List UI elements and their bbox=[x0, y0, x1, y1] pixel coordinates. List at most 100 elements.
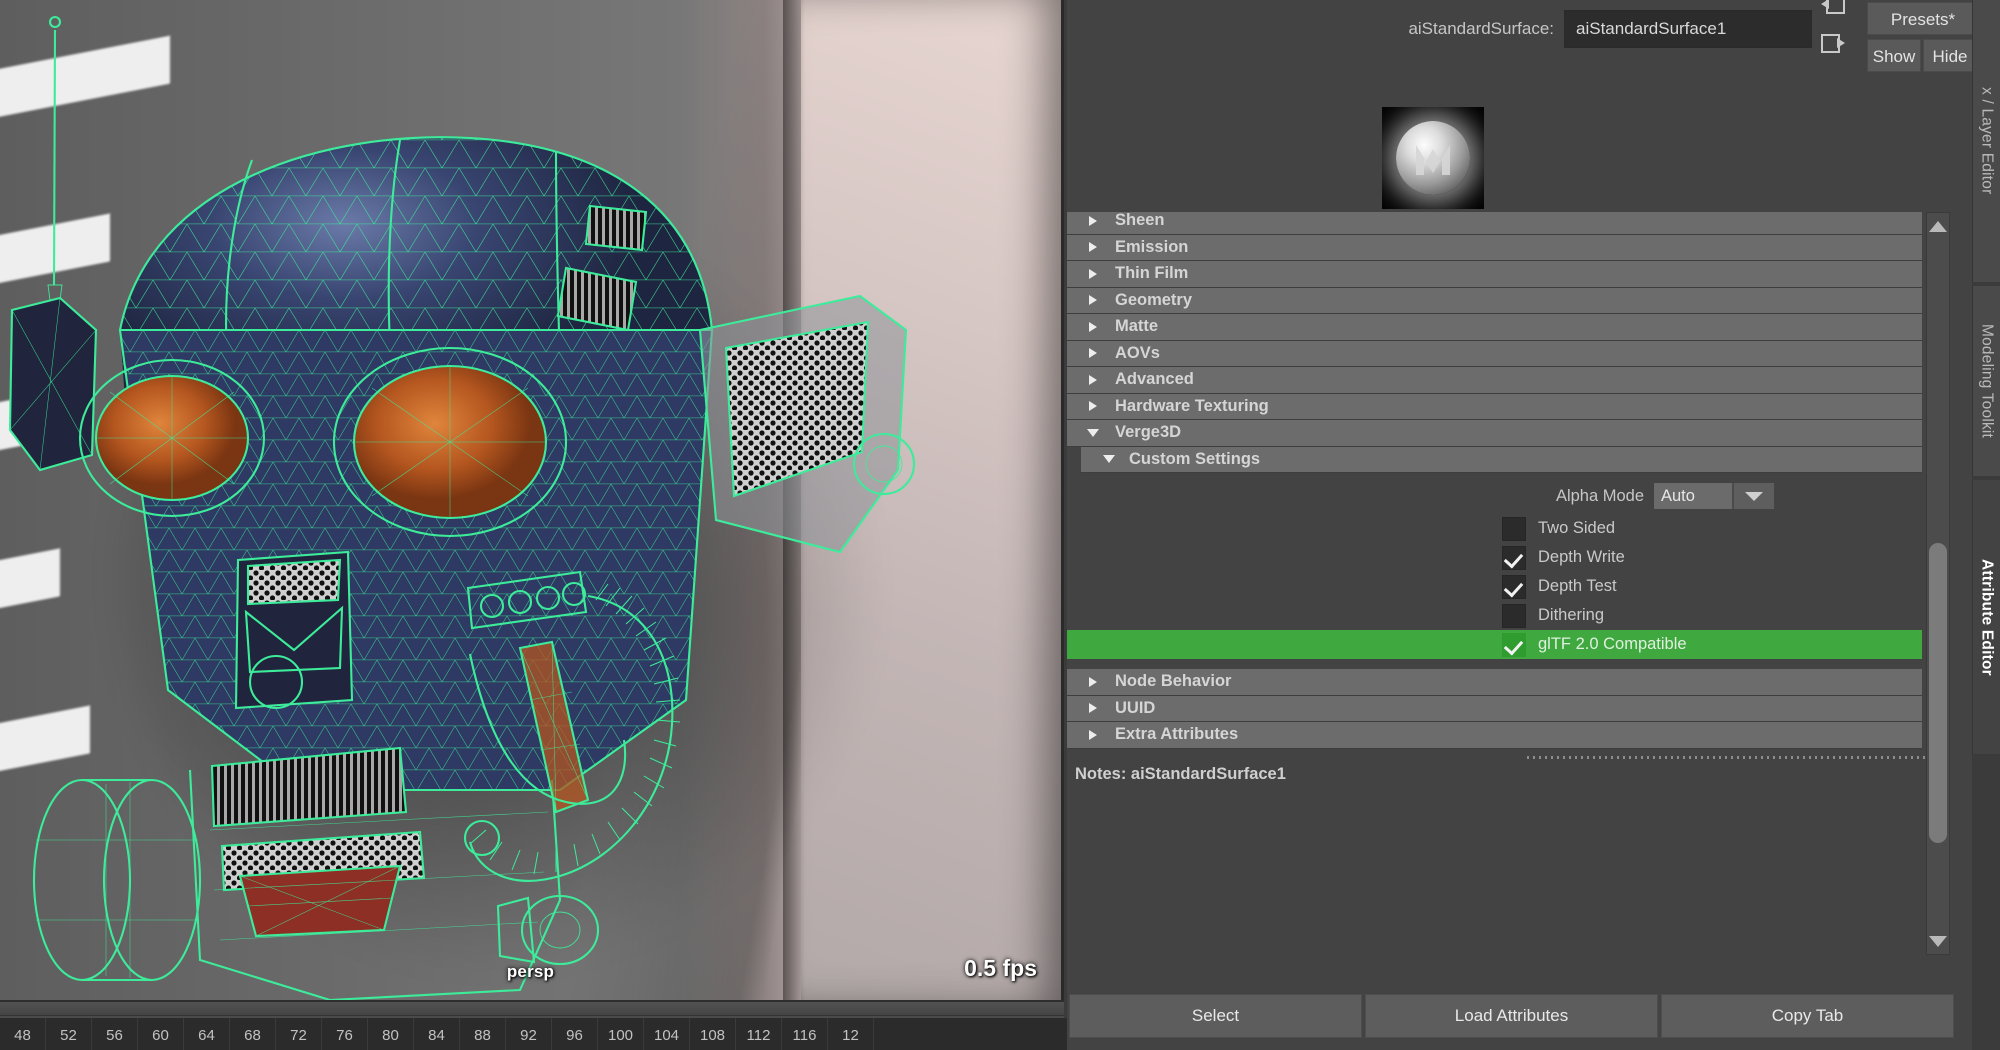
section-label: Custom Settings bbox=[1129, 449, 1261, 468]
section-label: Emission bbox=[1115, 237, 1189, 256]
timeline-tick[interactable]: 116 bbox=[782, 1018, 828, 1050]
section-label: Advanced bbox=[1115, 370, 1194, 389]
chevron-down-icon[interactable] bbox=[1732, 483, 1774, 509]
chevron-right-icon bbox=[1089, 321, 1097, 332]
chevron-right-icon bbox=[1089, 242, 1097, 253]
timeline-tick[interactable]: 96 bbox=[552, 1018, 598, 1050]
footer-button-copy-tab[interactable]: Copy Tab bbox=[1661, 994, 1954, 1038]
node-name-field[interactable]: aiStandardSurface1 bbox=[1564, 10, 1812, 48]
presets-button[interactable]: Presets* bbox=[1867, 2, 1979, 35]
section-label: AOVs bbox=[1115, 343, 1160, 362]
attribute-editor-header: aiStandardSurface: aiStandardSurface1 Pr… bbox=[1067, 0, 1979, 108]
checkbox-label: Dithering bbox=[1538, 606, 1605, 624]
footer-button-load-attributes[interactable]: Load Attributes bbox=[1365, 994, 1658, 1038]
section-label: Sheen bbox=[1115, 212, 1165, 230]
timeline-tick[interactable]: 60 bbox=[138, 1018, 184, 1050]
timeline-tick[interactable]: 64 bbox=[184, 1018, 230, 1050]
hide-button[interactable]: Hide bbox=[1923, 39, 1977, 72]
timeline-tick[interactable]: 68 bbox=[230, 1018, 276, 1050]
right-ear-dish-mesh bbox=[698, 294, 916, 554]
checkbox-row[interactable]: Depth Test bbox=[1067, 572, 1922, 601]
notes-resize-grip[interactable] bbox=[1527, 755, 1952, 759]
section-custom-settings[interactable]: Custom Settings bbox=[1081, 446, 1922, 473]
timeline-tick[interactable]: 108 bbox=[690, 1018, 736, 1050]
checkbox-row[interactable]: Two Sided bbox=[1067, 514, 1922, 543]
timeline-tick[interactable]: 100 bbox=[598, 1018, 644, 1050]
alpha-mode-value: Auto bbox=[1661, 486, 1695, 505]
node-type-label: aiStandardSurface: bbox=[1408, 19, 1554, 38]
checkbox-row[interactable]: Dithering bbox=[1067, 601, 1922, 630]
attribute-section-list[interactable]: Sheen Emission Thin Film Geometry Matte AOVs A… bbox=[1067, 212, 1952, 955]
footer-button-select[interactable]: Select bbox=[1069, 994, 1362, 1038]
chevron-right-icon bbox=[1089, 374, 1097, 385]
rail-tab-modeling-toolkit[interactable]: Modeling Toolkit bbox=[1972, 286, 2000, 476]
show-button[interactable]: Show bbox=[1867, 39, 1921, 72]
material-preview-swatch[interactable] bbox=[1382, 107, 1484, 209]
checkbox-row[interactable]: Depth Write bbox=[1067, 543, 1922, 572]
timeline-tick[interactable]: 80 bbox=[368, 1018, 414, 1050]
timeline-tick[interactable]: 104 bbox=[644, 1018, 690, 1050]
checkbox-row[interactable]: glTF 2.0 Compatible bbox=[1067, 630, 1922, 659]
section-sheen[interactable]: Sheen bbox=[1067, 212, 1922, 235]
chevron-right-icon bbox=[1089, 215, 1097, 226]
viewport-fps-counter: 0.5 fps bbox=[964, 955, 1037, 981]
time-slider-bar[interactable]: 48 52 56 60 64 68 72 76 80 84 88 92 96 100 104 108 112 11… bbox=[0, 1000, 1375, 1050]
right-tab-rail: x / Layer Editor Modeling Toolkit Attribut… bbox=[1972, 0, 2000, 1050]
section-emission[interactable]: Emission bbox=[1067, 234, 1922, 261]
notes-label: Notes: aiStandardSurface1 bbox=[1075, 764, 1286, 783]
section-verge3d[interactable]: Verge3D bbox=[1067, 420, 1922, 447]
checkbox-checked-icon[interactable] bbox=[1502, 545, 1526, 570]
alpha-mode-dropdown[interactable]: Auto bbox=[1654, 483, 1774, 509]
left-eye-mesh bbox=[78, 358, 266, 518]
rail-tab-x-layer-editor[interactable]: x / Layer Editor bbox=[1972, 0, 2000, 282]
section-aovs[interactable]: AOVs bbox=[1067, 340, 1922, 367]
timeline-tick[interactable]: 112 bbox=[736, 1018, 782, 1050]
attribute-editor-footer: Select Load Attributes Copy Tab bbox=[1069, 994, 1954, 1038]
chevron-down-icon bbox=[1087, 428, 1099, 437]
custom-settings-body: Alpha Mode Auto Two Sided Depth Write Dept… bbox=[1067, 473, 1922, 669]
arrow-into-box-icon[interactable] bbox=[1819, 0, 1847, 20]
section-matte[interactable]: Matte bbox=[1067, 314, 1922, 341]
section-advanced[interactable]: Advanced bbox=[1067, 367, 1922, 394]
section-thin-film[interactable]: Thin Film bbox=[1067, 261, 1922, 288]
section-node-behavior[interactable]: Node Behavior bbox=[1067, 669, 1922, 696]
timeline-tick[interactable]: 76 bbox=[322, 1018, 368, 1050]
section-hardware-texturing[interactable]: Hardware Texturing bbox=[1067, 393, 1922, 420]
side-cylinder-mesh bbox=[32, 778, 202, 982]
side-port-mesh bbox=[463, 819, 501, 857]
rail-tab-attribute-editor[interactable]: Attribute Editor bbox=[1972, 480, 2000, 754]
timeline-tick[interactable]: 72 bbox=[276, 1018, 322, 1050]
timeline-tick[interactable]: 92 bbox=[506, 1018, 552, 1050]
scroll-up-arrow-icon[interactable] bbox=[1927, 213, 1949, 239]
alpha-mode-row: Alpha Mode Auto bbox=[1067, 481, 1922, 511]
node-name-row: aiStandardSurface: aiStandardSurface1 bbox=[1067, 10, 1812, 48]
checkbox-label: Two Sided bbox=[1538, 519, 1616, 537]
section-extra-attributes[interactable]: Extra Attributes bbox=[1067, 722, 1922, 749]
timeline-tick[interactable]: 56 bbox=[92, 1018, 138, 1050]
section-uuid[interactable]: UUID bbox=[1067, 695, 1922, 722]
timeline-tick[interactable]: 12 bbox=[828, 1018, 874, 1050]
checkbox-unchecked-icon[interactable] bbox=[1502, 603, 1526, 628]
timeline-tick[interactable]: 52 bbox=[46, 1018, 92, 1050]
timeline-tick[interactable]: 48 bbox=[0, 1018, 46, 1050]
scroll-down-arrow-icon[interactable] bbox=[1927, 928, 1949, 954]
checkbox-checked-icon[interactable] bbox=[1502, 632, 1526, 657]
section-label: Hardware Texturing bbox=[1115, 396, 1269, 415]
section-geometry[interactable]: Geometry bbox=[1067, 287, 1922, 314]
nozzle-mesh bbox=[496, 894, 600, 966]
timeline-tick[interactable]: 84 bbox=[414, 1018, 460, 1050]
header-button-column: Presets* Show Hide bbox=[1867, 0, 1979, 76]
checkbox-checked-icon[interactable] bbox=[1502, 574, 1526, 599]
attribute-list-scrollbar[interactable] bbox=[1926, 212, 1950, 955]
arrow-out-of-box-icon[interactable] bbox=[1819, 30, 1847, 58]
time-slider-gutter[interactable] bbox=[0, 1002, 1064, 1016]
scrollbar-thumb[interactable] bbox=[1929, 543, 1947, 843]
viewport-3d[interactable]: persp 0.5 fps bbox=[0, 0, 1064, 1000]
chevron-right-icon bbox=[1089, 676, 1097, 687]
connection-icons bbox=[1817, 0, 1861, 68]
checkbox-label: glTF 2.0 Compatible bbox=[1538, 635, 1687, 653]
robot-head-model[interactable] bbox=[0, 0, 1064, 1000]
alpha-mode-label: Alpha Mode bbox=[1555, 486, 1644, 505]
checkbox-unchecked-icon[interactable] bbox=[1502, 516, 1526, 541]
timeline-tick[interactable]: 88 bbox=[460, 1018, 506, 1050]
